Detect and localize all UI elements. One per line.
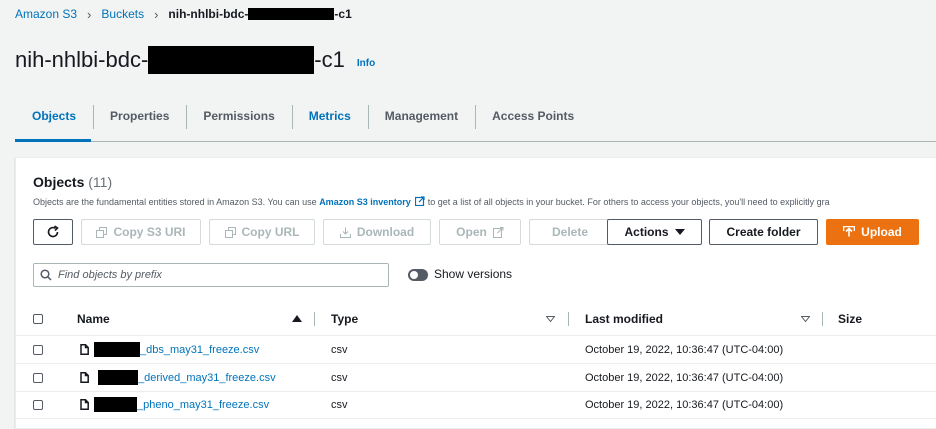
sort-ascending-icon[interactable] [292, 315, 302, 322]
row-checkbox[interactable] [33, 373, 43, 383]
page-title-prefix: nih-nhlbi-bdc- [15, 47, 149, 72]
sort-descending-icon[interactable] [801, 316, 810, 322]
column-header-last-modified[interactable]: Last modified [585, 303, 663, 335]
table-header: Name Type Last modified Size [16, 303, 936, 336]
column-divider [314, 312, 315, 326]
search-icon [40, 269, 52, 281]
chevron-right-icon: › [154, 6, 159, 22]
sort-descending-icon[interactable] [546, 316, 555, 322]
redaction-block [248, 8, 335, 20]
column-header-size[interactable]: Size [838, 303, 862, 335]
tab-metrics[interactable]: Metrics [291, 101, 368, 131]
file-icon [80, 372, 89, 383]
column-divider [822, 312, 823, 326]
copy-url-button[interactable]: Copy URL [209, 219, 315, 245]
tab-objects[interactable]: Objects [15, 101, 93, 142]
upload-button[interactable]: Upload [826, 219, 919, 245]
actions-label: Actions [624, 225, 669, 239]
objects-count: (11) [88, 174, 113, 190]
copy-s3-uri-button[interactable]: Copy S3 URI [81, 219, 201, 245]
redaction-block [94, 397, 137, 412]
object-type: csv [331, 371, 348, 384]
tab-access-points[interactable]: Access Points [475, 101, 591, 131]
breadcrumb-buckets[interactable]: Buckets [101, 7, 144, 21]
delete-label: Delete [551, 225, 589, 239]
tab-bar: Objects Properties Permissions Metrics M… [15, 101, 936, 142]
external-link-icon [492, 226, 504, 238]
object-name-link[interactable]: _pheno_may31_freeze.csv [94, 391, 269, 418]
copy-url-label: Copy URL [241, 225, 300, 239]
breadcrumb-current: nih-nhlbi-bdc- -c1 [168, 7, 351, 21]
object-last-modified: October 19, 2022, 10:36:47 (UTC-04:00) [585, 398, 784, 411]
download-button[interactable]: Download [323, 219, 431, 245]
external-link-icon [415, 196, 425, 207]
copy-s3-uri-label: Copy S3 URI [113, 225, 186, 239]
objects-description-rest: to get a list of all objects in your buc… [425, 197, 830, 207]
select-all-checkbox[interactable] [33, 314, 43, 324]
page-title: nih-nhlbi-bdc- -c1 Info [15, 44, 375, 76]
copy-icon [96, 226, 108, 238]
breadcrumb-current-suffix: -c1 [334, 7, 352, 21]
open-button[interactable]: Open [439, 219, 521, 245]
objects-description: Objects are the fundamental entities sto… [33, 196, 830, 207]
tab-properties[interactable]: Properties [93, 101, 186, 131]
column-divider [568, 312, 569, 326]
redaction-block [98, 370, 138, 385]
table-row: _pheno_may31_freeze.csv csv October 19, … [16, 391, 936, 419]
objects-panel: Objects (11) Objects are the fundamental… [15, 157, 936, 429]
chevron-right-icon: › [87, 6, 92, 22]
tab-management[interactable]: Management [367, 101, 475, 131]
breadcrumb-amazon-s3[interactable]: Amazon S3 [15, 7, 77, 21]
show-versions-label: Show versions [434, 267, 513, 281]
delete-button[interactable]: Delete [529, 219, 611, 245]
show-versions-toggle[interactable] [408, 269, 428, 281]
actions-dropdown[interactable]: Actions [607, 219, 702, 245]
file-icon [80, 344, 89, 355]
row-checkbox[interactable] [33, 345, 43, 355]
caret-down-icon [674, 229, 685, 235]
object-name: _dbs_may31_freeze.csv [140, 343, 260, 356]
upload-icon [843, 226, 856, 237]
redaction-block [94, 342, 140, 357]
tab-permissions[interactable]: Permissions [186, 101, 291, 131]
upload-label: Upload [861, 225, 902, 239]
s3-inventory-link[interactable]: Amazon S3 inventory [319, 197, 411, 207]
search-placeholder: Find objects by prefix [58, 269, 162, 281]
download-label: Download [356, 225, 415, 239]
object-name-link[interactable]: _dbs_may31_freeze.csv [94, 336, 259, 363]
refresh-icon [47, 225, 59, 238]
page-title-suffix: -c1 [314, 47, 345, 72]
column-header-name[interactable]: Name [77, 303, 110, 335]
object-name: _pheno_may31_freeze.csv [137, 398, 270, 411]
breadcrumb-current-prefix: nih-nhlbi-bdc- [168, 7, 249, 21]
object-type: csv [331, 398, 348, 411]
table-row: _dbs_may31_freeze.csv csv October 19, 20… [16, 336, 936, 364]
objects-heading-label: Objects [33, 174, 85, 190]
object-name-link[interactable]: _derived_may31_freeze.csv [98, 364, 276, 391]
object-last-modified: October 19, 2022, 10:36:47 (UTC-04:00) [585, 343, 784, 356]
breadcrumb: Amazon S3 › Buckets › nih-nhlbi-bdc- -c1 [15, 6, 352, 22]
redaction-block [148, 46, 315, 74]
row-checkbox[interactable] [33, 400, 43, 410]
column-header-type[interactable]: Type [331, 303, 358, 335]
create-folder-label: Create folder [726, 225, 801, 239]
info-link[interactable]: Info [357, 58, 375, 69]
file-icon [80, 399, 89, 410]
open-label: Open [456, 225, 487, 239]
search-input[interactable]: Find objects by prefix [33, 263, 389, 287]
table-row: _derived_may31_freeze.csv csv October 19… [16, 364, 936, 392]
objects-heading: Objects (11) [33, 174, 112, 190]
object-type: csv [331, 343, 348, 356]
objects-description-text: Objects are the fundamental entities sto… [33, 197, 320, 207]
refresh-button[interactable] [33, 219, 73, 245]
create-folder-button[interactable]: Create folder [709, 219, 818, 245]
object-name: _derived_may31_freeze.csv [138, 371, 276, 384]
copy-icon [224, 226, 236, 238]
download-icon [339, 227, 351, 238]
object-last-modified: October 19, 2022, 10:36:47 (UTC-04:00) [585, 371, 784, 384]
